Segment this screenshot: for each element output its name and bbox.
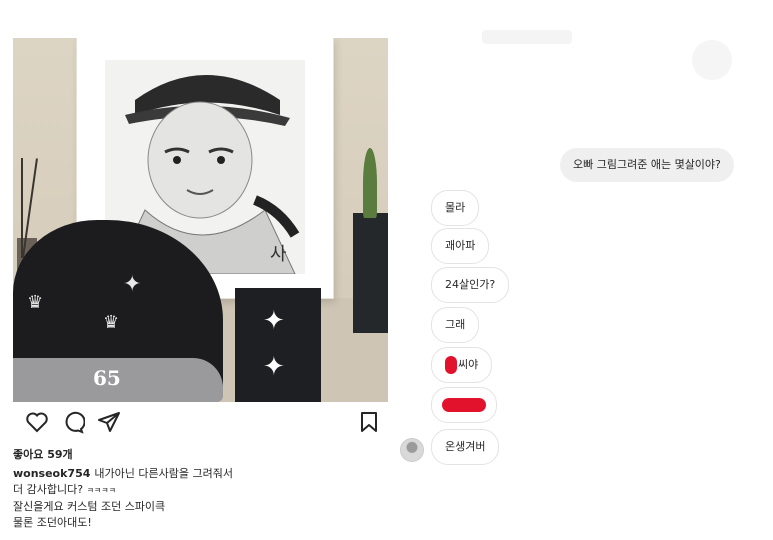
jordan-socks: ✦ ✦ (235, 288, 321, 402)
plant-leaf (363, 148, 377, 218)
caption-line: wonseok754 내가아닌 다른사람을 그려줘서 (13, 466, 385, 482)
post-caption: wonseok754 내가아닌 다른사람을 그려줘서 더 감사합니다? ㅋㅋㅋㅋ … (13, 466, 385, 531)
reply-message-1[interactable]: 몰라 (431, 190, 480, 226)
redaction-mark (445, 356, 457, 374)
jumpman-logo-icon: ✦ (263, 352, 285, 382)
caption-line: 더 감사합니다? ㅋㅋㅋㅋ (13, 482, 385, 499)
caption-line: 물론 조던아대도! (13, 516, 92, 529)
post-actions (13, 410, 388, 438)
comment-icon[interactable] (61, 410, 85, 434)
caption-laugh: ㅋㅋㅋㅋ (86, 486, 117, 495)
crown-icon: ♛ (103, 312, 120, 333)
post-photo: 사 ✦ ✦ ✦ ♛ ♛ 65 (13, 38, 388, 402)
like-count[interactable]: 좋아요 59개 (13, 446, 73, 462)
jumpman-logo-icon: ✦ (263, 306, 285, 336)
svg-text:사: 사 (270, 244, 287, 265)
bookmark-icon[interactable] (357, 410, 381, 434)
username[interactable]: wonseok754 (13, 467, 90, 480)
reply-message-7[interactable]: 온생겨버 (431, 429, 500, 465)
dm-conversation: 오빠 그림그려준 애는 몇살이야? 몰라 괘아파 24살인가? 그래 씨야 온생… (392, 0, 773, 540)
reply-message-3[interactable]: 24살인가? (431, 267, 510, 303)
planter (353, 213, 388, 333)
reply-message-5[interactable]: 씨야 (431, 347, 493, 383)
faded-header (482, 30, 572, 44)
jumpman-logo-icon: ✦ (123, 272, 142, 297)
reply-message-6[interactable] (431, 387, 497, 423)
reply-text: 씨야 (458, 358, 479, 371)
shoe-number: 65 (93, 366, 121, 390)
heart-icon[interactable] (25, 410, 49, 434)
redaction-mark (442, 398, 486, 412)
reply-message-4[interactable]: 그래 (431, 307, 480, 343)
crown-icon: ♛ (27, 292, 44, 313)
reply-message-2[interactable]: 괘아파 (431, 228, 490, 264)
caption-line: 잘신을게요 커스텀 조던 스파이큭 (13, 500, 166, 513)
share-icon[interactable] (97, 410, 121, 434)
caption-text: 내가아닌 다른사람을 그려줘서 (94, 467, 233, 480)
faded-icon (692, 40, 732, 80)
caption-text: 더 감사합니다? (13, 483, 87, 496)
outgoing-message[interactable]: 오빠 그림그려준 애는 몇살이야? (560, 148, 734, 182)
instagram-post: 사 ✦ ✦ ✦ ♛ ♛ 65 좋아요 59개 wonseok754 내가아닌 다… (13, 38, 388, 536)
avatar[interactable] (400, 438, 424, 462)
diffuser-stick (21, 158, 23, 258)
